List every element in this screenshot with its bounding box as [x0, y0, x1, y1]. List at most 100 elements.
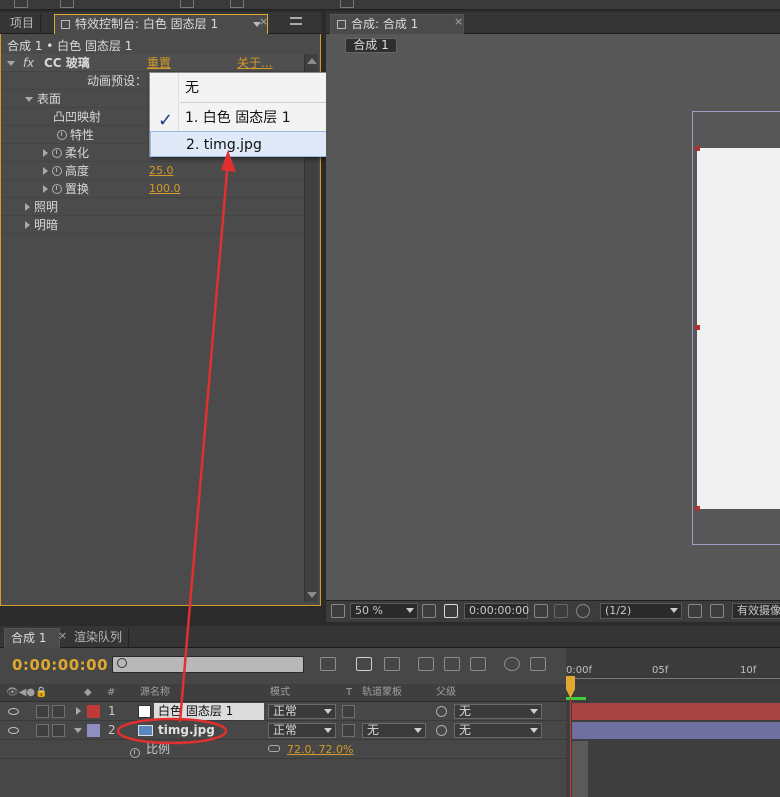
expand-arrow-icon[interactable] [43, 149, 48, 157]
person-icon[interactable] [554, 604, 568, 618]
expand-arrow-icon[interactable] [74, 728, 82, 733]
grid-icon[interactable] [422, 604, 436, 618]
layer-1-bar[interactable] [572, 703, 780, 720]
scale-value[interactable]: 72.0, 72.0% [287, 740, 353, 759]
lock-toggle[interactable] [52, 705, 65, 718]
fx-icon[interactable]: fx [23, 56, 34, 70]
mask-toggle-icon[interactable] [444, 604, 458, 618]
scroll-up-icon[interactable] [307, 58, 317, 64]
expand-arrow-icon[interactable] [43, 167, 48, 175]
pick-whip-icon[interactable] [436, 706, 447, 717]
height-row[interactable]: 高度 25.0 [1, 162, 304, 180]
label-color-swatch[interactable] [87, 705, 100, 718]
roi-icon[interactable] [688, 604, 702, 618]
expand-arrow-icon[interactable] [25, 221, 30, 229]
dropdown-item-timg[interactable]: 2. timg.jpg [150, 131, 353, 157]
stopwatch-icon[interactable] [57, 130, 67, 140]
link-constraint-icon[interactable] [268, 745, 280, 752]
expand-arrow-icon[interactable] [25, 97, 33, 102]
transparency-grid-icon[interactable] [710, 604, 724, 618]
height-value[interactable]: 25.0 [149, 162, 174, 180]
zoom-select[interactable]: 50 % [350, 603, 418, 619]
expand-arrow-icon[interactable] [43, 185, 48, 193]
col-source-name[interactable]: 源名称 [140, 684, 170, 702]
layer-handle[interactable] [695, 506, 700, 511]
stopwatch-icon[interactable] [52, 184, 62, 194]
scale-property-row[interactable]: 比例 72.0, 72.0% [0, 740, 566, 759]
layer-name[interactable]: timg.jpg [158, 721, 215, 740]
camera-select[interactable]: 有效摄像 [732, 603, 780, 619]
lock-toggle[interactable] [52, 724, 65, 737]
lighting-group-row[interactable]: 照明 [1, 198, 304, 216]
effect-header-row[interactable]: fx CC 玻璃 重置 关于... [1, 54, 304, 72]
brainstorm-icon[interactable] [470, 657, 486, 671]
mode-select[interactable]: 正常 [268, 704, 336, 719]
tab-effect-controls[interactable]: 特效控制台: 白色 固态层 1 [54, 14, 268, 34]
shading-group-row[interactable]: 明暗 [1, 216, 304, 234]
layer-name[interactable]: 白色 固态层 1 [154, 703, 264, 720]
close-icon[interactable]: × [259, 15, 268, 28]
scroll-down-icon[interactable] [307, 592, 317, 598]
shape-tool-icon[interactable] [180, 0, 194, 8]
resolution-select[interactable]: (1/2) [600, 603, 682, 619]
parent-select[interactable]: 无 [454, 723, 542, 738]
white-solid-layer[interactable] [697, 148, 780, 509]
frame-blending-icon[interactable] [418, 657, 434, 671]
timeline-timecode[interactable]: 0:00:00:00 [12, 656, 108, 674]
panel-menu-icon[interactable] [290, 17, 302, 25]
tab-render-queue[interactable]: 渲染队列 [68, 628, 130, 648]
parent-select[interactable]: 无 [454, 704, 542, 719]
expand-arrow-icon[interactable] [7, 61, 15, 66]
stopwatch-icon[interactable] [130, 748, 140, 758]
graph-editor-icon[interactable] [530, 657, 546, 671]
text-tool-icon[interactable] [230, 0, 244, 8]
close-icon[interactable]: × [58, 629, 67, 642]
layer-handle[interactable] [695, 146, 700, 151]
auto-keyframe-icon[interactable] [504, 657, 520, 671]
tab-project[interactable]: 项目 [4, 14, 42, 34]
dropdown-item-none[interactable]: 无 [150, 75, 353, 101]
comp-breadcrumb[interactable]: 合成 1 [345, 38, 397, 53]
solo-toggle[interactable] [36, 705, 49, 718]
comp-mini-flowchart-icon[interactable] [320, 657, 336, 671]
timeline-search-input[interactable] [112, 656, 304, 673]
stopwatch-icon[interactable] [52, 166, 62, 176]
stopwatch-icon[interactable] [52, 148, 62, 158]
pick-whip-icon[interactable] [436, 725, 447, 736]
puppet-tool-icon[interactable] [340, 0, 354, 8]
displacement-value[interactable]: 100.0 [149, 180, 181, 198]
mode-select[interactable]: 正常 [268, 723, 336, 738]
draft-3d-icon[interactable] [356, 657, 372, 671]
zoom-tool-icon[interactable] [60, 0, 74, 8]
region-icon[interactable] [331, 604, 345, 618]
layer-select-dropdown[interactable]: 无 ✓ 1. 白色 固态层 1 2. timg.jpg [149, 72, 354, 157]
track-matte-select[interactable]: 无 [362, 723, 426, 738]
selection-tool-icon[interactable] [14, 0, 28, 8]
dropdown-item-solid[interactable]: ✓ 1. 白色 固态层 1 [150, 105, 353, 131]
layer-2-bar[interactable] [572, 722, 780, 739]
preserve-transparency-toggle[interactable] [342, 724, 355, 737]
eye-icon[interactable] [8, 727, 19, 734]
lock-icon[interactable] [337, 20, 346, 29]
playhead-line[interactable] [570, 698, 571, 797]
layer-handle[interactable] [695, 325, 700, 330]
expand-arrow-icon[interactable] [25, 203, 30, 211]
motion-blur-icon[interactable] [444, 657, 460, 671]
layer-row[interactable]: 2 timg.jpg 正常 无 无 [0, 721, 566, 740]
layer-row[interactable]: 1 白色 固态层 1 正常 无 [0, 702, 566, 721]
timeline-tracks[interactable] [566, 684, 780, 797]
solo-toggle[interactable] [36, 724, 49, 737]
color-channels-icon[interactable] [576, 604, 590, 618]
close-icon[interactable]: × [454, 15, 463, 28]
lock-icon[interactable] [61, 20, 70, 29]
tab-timeline-comp[interactable]: 合成 1 [4, 628, 60, 648]
preserve-transparency-toggle[interactable] [342, 705, 355, 718]
reset-link[interactable]: 重置 [147, 54, 171, 72]
viewer-timecode[interactable]: 0:00:00:00 [464, 603, 529, 619]
expand-arrow-icon[interactable] [76, 707, 81, 715]
hide-shy-icon[interactable] [384, 657, 400, 671]
displacement-row[interactable]: 置换 100.0 [1, 180, 304, 198]
about-link[interactable]: 关于... [237, 54, 272, 72]
tab-composition[interactable]: 合成: 合成 1 [330, 14, 464, 34]
label-color-swatch[interactable] [87, 724, 100, 737]
